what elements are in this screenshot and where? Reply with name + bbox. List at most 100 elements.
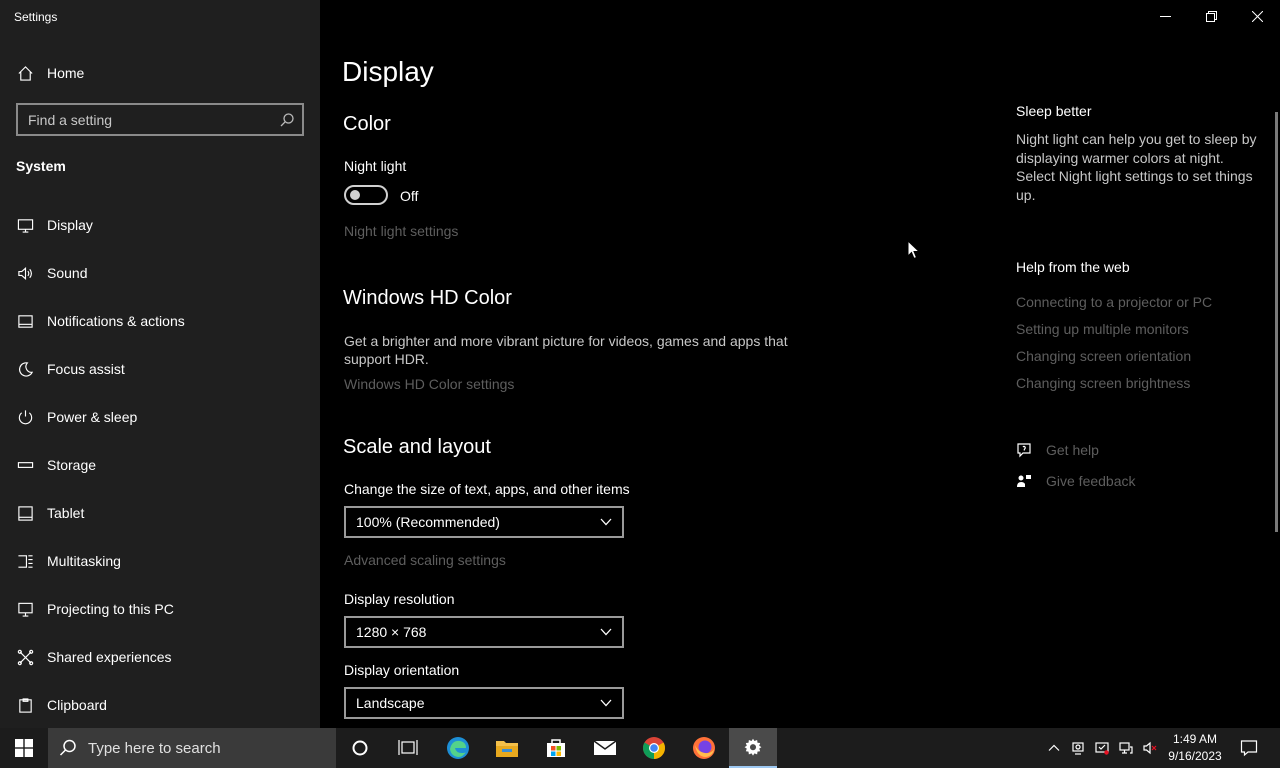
night-light-state: Off	[400, 188, 419, 204]
help-link[interactable]: Changing screen brightness	[1016, 375, 1190, 391]
tray-volume-button[interactable]	[1138, 728, 1162, 768]
sidebar-item-label: Home	[47, 65, 85, 81]
hd-color-settings-link[interactable]: Windows HD Color settings	[344, 376, 514, 392]
sidebar-item-tablet[interactable]: Tablet	[0, 493, 320, 533]
find-setting-field[interactable]	[16, 103, 304, 136]
taskbar: Type here to search 1:49 AM 9/16/2023	[0, 728, 1280, 768]
sidebar: Settings Home System Display Sound Notif…	[0, 0, 320, 728]
close-button[interactable]	[1234, 0, 1280, 32]
toggle-knob	[350, 190, 360, 200]
notification-icon	[16, 312, 34, 330]
mail-button[interactable]	[581, 728, 629, 768]
home-icon	[16, 64, 34, 82]
resolution-label: Display resolution	[344, 591, 455, 607]
tray-security-button[interactable]	[1090, 728, 1114, 768]
size-label: Change the size of text, apps, and other…	[344, 481, 630, 497]
help-link[interactable]: Changing screen orientation	[1016, 348, 1191, 364]
main-panel: Display Color Night light Off Night ligh…	[320, 0, 1280, 728]
orientation-dropdown[interactable]: Landscape	[344, 687, 624, 719]
sidebar-item-sound[interactable]: Sound	[0, 253, 320, 293]
section-label: System	[16, 158, 66, 174]
tray-webcam-button[interactable]	[1066, 728, 1090, 768]
help-web-heading: Help from the web	[1016, 259, 1130, 275]
give-feedback-link[interactable]: Give feedback	[1014, 470, 1136, 492]
sidebar-item-shared-experiences[interactable]: Shared experiences	[0, 637, 320, 677]
hd-color-heading: Windows HD Color	[343, 287, 512, 309]
sidebar-item-label: Power & sleep	[47, 409, 138, 425]
color-heading: Color	[343, 113, 391, 135]
orientation-label: Display orientation	[344, 662, 460, 678]
hd-color-description: Get a brighter and more vibrant picture …	[344, 333, 788, 367]
sidebar-item-multitasking[interactable]: Multitasking	[0, 541, 320, 581]
sidebar-item-label: Notifications & actions	[47, 313, 185, 329]
sidebar-item-power-sleep[interactable]: Power & sleep	[0, 397, 320, 437]
scale-layout-heading: Scale and layout	[343, 436, 491, 458]
cortana-button[interactable]	[336, 728, 384, 768]
store-icon	[547, 739, 565, 757]
sidebar-item-projecting[interactable]: Projecting to this PC	[0, 589, 320, 629]
clock-date: 9/16/2023	[1168, 749, 1222, 763]
resolution-dropdown[interactable]: 1280 × 768	[344, 616, 624, 648]
volume-muted-icon	[1143, 741, 1157, 755]
firefox-button[interactable]	[680, 728, 728, 768]
chevron-down-icon	[600, 699, 612, 707]
sidebar-item-home[interactable]: Home	[0, 53, 320, 93]
file-explorer-button[interactable]	[483, 728, 531, 768]
sidebar-item-display[interactable]: Display	[0, 205, 320, 245]
sidebar-item-label: Clipboard	[47, 697, 107, 713]
multitasking-icon	[16, 552, 34, 570]
sidebar-item-clipboard[interactable]: Clipboard	[0, 685, 320, 725]
sidebar-item-focus-assist[interactable]: Focus assist	[0, 349, 320, 389]
restore-button[interactable]	[1188, 0, 1234, 32]
projector-icon	[16, 600, 34, 618]
mouse-cursor-icon	[907, 240, 921, 260]
app-title: Settings	[14, 10, 58, 24]
taskbar-clock[interactable]: 1:49 AM 9/16/2023	[1166, 731, 1224, 765]
sidebar-item-storage[interactable]: Storage	[0, 445, 320, 485]
night-light-settings-link[interactable]: Night light settings	[344, 223, 458, 239]
sidebar-item-label: Tablet	[47, 505, 85, 521]
firefox-icon	[693, 737, 715, 759]
night-light-toggle[interactable]	[344, 185, 388, 205]
action-center-button[interactable]	[1234, 728, 1264, 768]
chat-help-icon	[1014, 442, 1034, 458]
search-icon	[48, 739, 88, 757]
tray-network-button[interactable]	[1114, 728, 1138, 768]
chrome-button[interactable]	[630, 728, 678, 768]
resolution-value: 1280 × 768	[356, 624, 427, 640]
clock-time: 1:49 AM	[1172, 732, 1218, 746]
give-feedback-label: Give feedback	[1046, 473, 1136, 489]
scrollbar[interactable]	[1275, 112, 1278, 532]
sleep-better-heading: Sleep better	[1016, 103, 1092, 119]
search-icon[interactable]	[272, 112, 302, 127]
edge-taskbar-button[interactable]	[434, 728, 482, 768]
speaker-icon	[16, 264, 34, 282]
minimize-button[interactable]	[1142, 0, 1188, 32]
chrome-icon	[643, 737, 665, 759]
start-button[interactable]	[0, 728, 48, 768]
show-hidden-icons-button[interactable]	[1042, 728, 1066, 768]
webcam-icon	[1072, 742, 1084, 755]
advanced-scaling-link[interactable]: Advanced scaling settings	[344, 552, 506, 568]
get-help-link[interactable]: Get help	[1014, 439, 1099, 461]
tablet-icon	[16, 504, 34, 522]
task-view-icon	[398, 740, 418, 755]
sidebar-item-label: Storage	[47, 457, 97, 473]
restore-icon	[1205, 10, 1217, 22]
windows-logo-icon	[15, 739, 33, 757]
moon-icon	[16, 360, 34, 378]
settings-taskbar-button[interactable]	[729, 728, 777, 768]
help-link[interactable]: Connecting to a projector or PC	[1016, 294, 1212, 310]
taskbar-search-box[interactable]: Type here to search	[48, 728, 336, 768]
sidebar-item-notifications[interactable]: Notifications & actions	[0, 301, 320, 341]
help-link[interactable]: Setting up multiple monitors	[1016, 321, 1189, 337]
power-icon	[16, 408, 34, 426]
store-button[interactable]	[532, 728, 580, 768]
scale-dropdown[interactable]: 100% (Recommended)	[344, 506, 624, 538]
chevron-down-icon	[600, 628, 612, 636]
shared-icon	[16, 648, 34, 666]
find-setting-input[interactable]	[18, 111, 272, 128]
network-icon	[1119, 742, 1133, 754]
task-view-button[interactable]	[384, 728, 432, 768]
minimize-icon	[1159, 15, 1171, 17]
